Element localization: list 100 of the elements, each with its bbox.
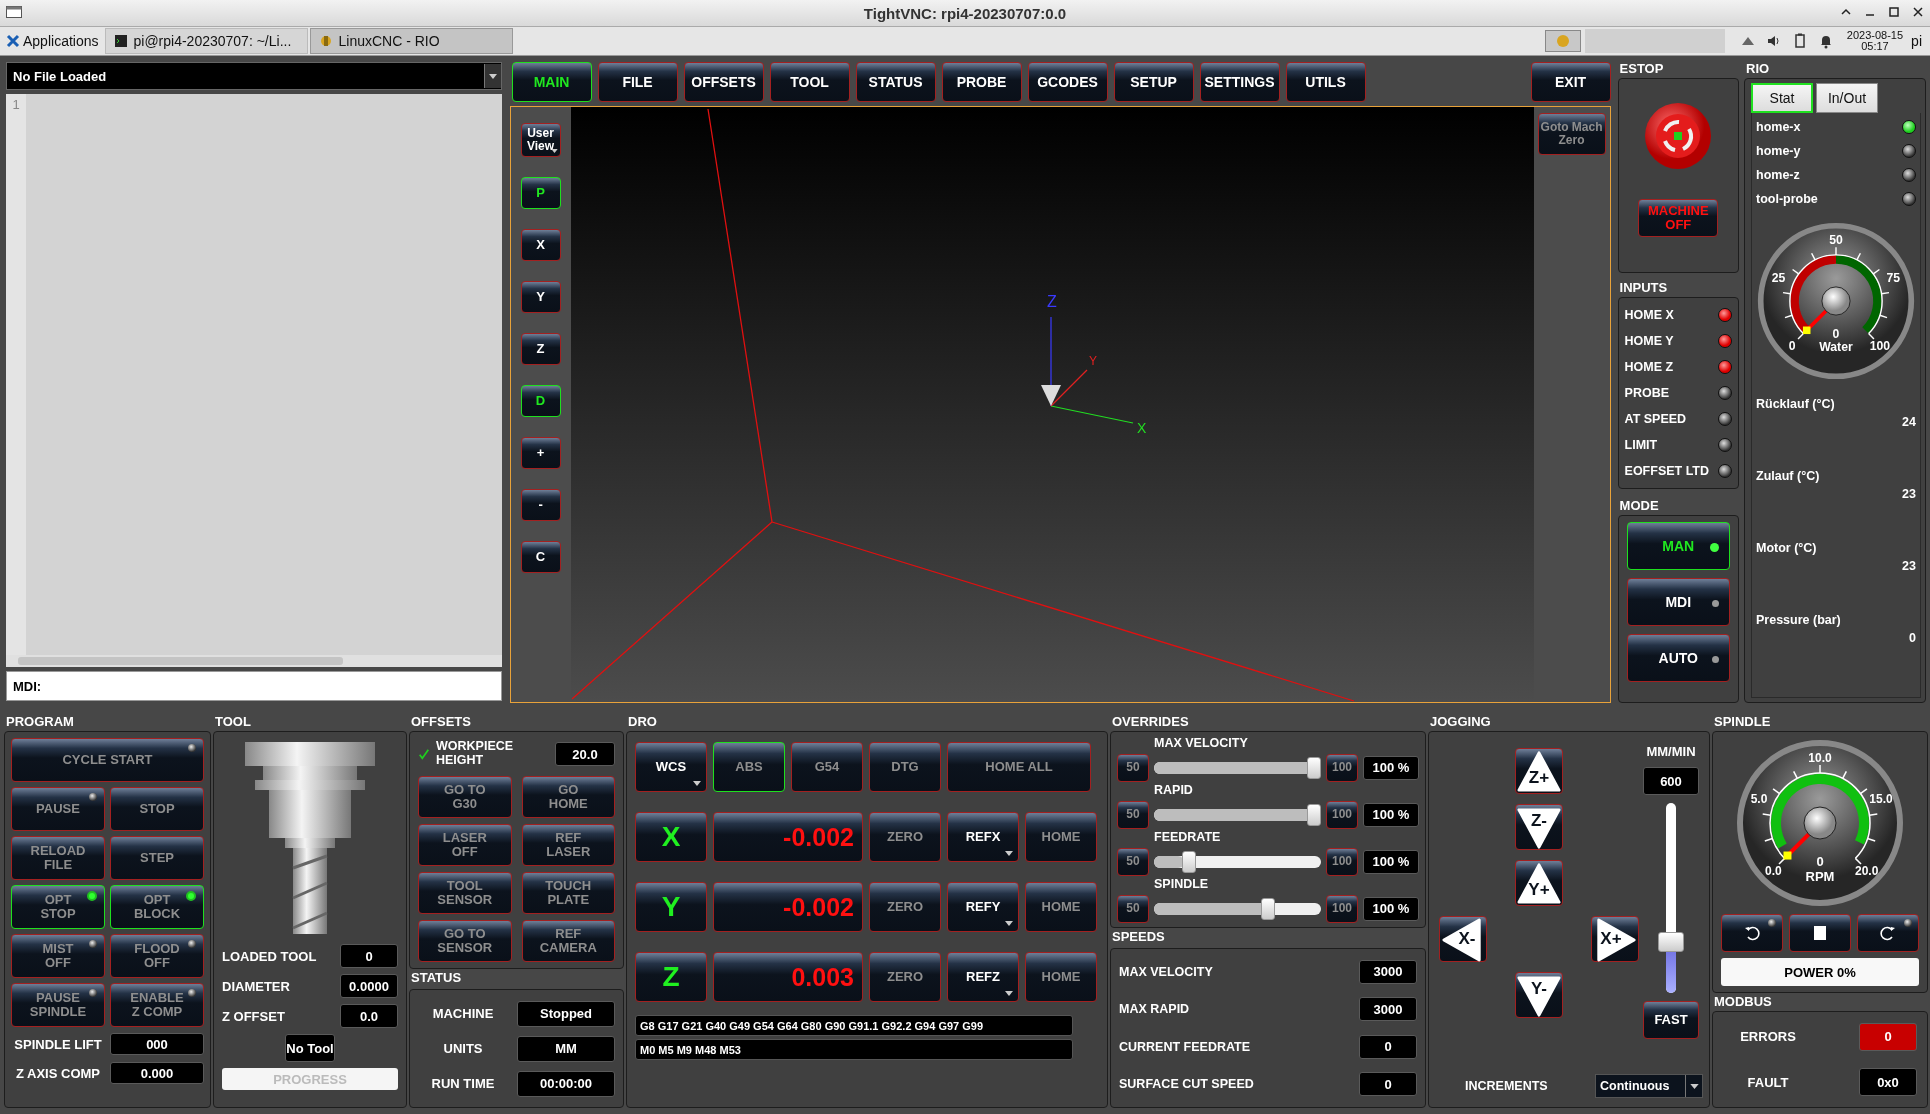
offset-button[interactable]: REF CAMERA [521,920,615,962]
override-max-button[interactable]: 100 [1326,847,1358,876]
jog-rate-slider[interactable] [1658,803,1684,993]
override-min-button[interactable]: 50 [1117,847,1149,876]
view-button[interactable]: X [520,229,561,261]
override-max-button[interactable]: 100 [1326,753,1358,782]
input-label: HOME Y [1624,334,1674,348]
exit-button[interactable]: EXIT [1530,62,1611,102]
spindle-stop-button[interactable] [1789,914,1851,952]
tab[interactable]: UTILS [1285,62,1366,102]
program-button[interactable]: RELOAD FILE [11,836,105,880]
override-max-button[interactable]: 100 [1326,800,1358,829]
view-button[interactable]: - [520,489,561,521]
spindle-forward-button[interactable] [1857,914,1919,952]
override-slider[interactable] [1154,756,1321,779]
mdi-field[interactable]: MDI: [6,671,502,701]
spindle-reverse-button[interactable] [1721,914,1783,952]
mode-button[interactable]: AUTO [1626,634,1730,682]
tab[interactable]: GCODES [1027,62,1108,102]
value-field[interactable]: 0.000 [110,1062,204,1084]
taskbar-window[interactable]: LinuxCNC - RIO [309,28,513,54]
value-field[interactable]: 000 [110,1033,204,1055]
home-button[interactable]: HOME [1025,882,1097,932]
program-button[interactable]: PAUSE SPINDLE [11,983,105,1027]
mode-button[interactable]: MDI [1626,578,1730,626]
jog-button[interactable]: Y+ [1515,860,1563,906]
gauge-tick-label: 20.0 [1855,863,1879,878]
tab[interactable]: SETTINGS [1199,62,1280,102]
cycle-start-button[interactable]: CYCLE START [11,738,204,782]
view-menu-button[interactable]: User View [520,123,561,157]
program-button[interactable]: STEP [110,836,204,880]
view-button[interactable]: + [520,437,561,469]
override-slider[interactable] [1154,897,1321,920]
override-slider[interactable] [1154,850,1321,873]
program-button[interactable]: OPT BLOCK [110,885,204,929]
view-button[interactable]: C [520,541,561,573]
value-field[interactable]: 20.0 [555,742,615,766]
zero-button[interactable]: ZERO [869,952,941,1002]
tab[interactable]: STATUS [855,62,936,102]
reference-menu-button[interactable]: REFY [947,882,1019,932]
tab[interactable]: TOOL [769,62,850,102]
close-icon[interactable] [1912,6,1924,18]
estop-button[interactable] [1643,101,1714,171]
offset-button[interactable]: TOOL SENSOR [418,872,512,914]
jog-rate-field[interactable]: 600 [1643,767,1699,795]
taskbar-window[interactable]: pi@rpi4-20230707: ~/Li... [104,28,308,54]
program-button[interactable]: OPT STOP [11,885,105,929]
override-min-button[interactable]: 50 [1117,800,1149,829]
offset-button[interactable]: REF LASER [521,824,615,866]
override-max-button[interactable]: 100 [1326,894,1358,923]
fast-button[interactable]: FAST [1643,1001,1699,1039]
home-button[interactable]: HOME [1025,812,1097,862]
offset-button[interactable]: GO TO SENSOR [418,920,512,962]
program-button[interactable]: MIST OFF [11,934,105,978]
offset-button[interactable]: LASER OFF [418,824,512,866]
view-button[interactable]: D [520,385,561,417]
tray-app-icon[interactable] [1544,30,1581,52]
reference-menu-button[interactable]: REFZ [947,952,1019,1002]
offset-button[interactable]: TOUCH PLATE [521,872,615,914]
machine-view-drawing[interactable]: Z Y X [570,107,1534,702]
override-slider[interactable] [1154,803,1321,826]
jog-button[interactable]: X- [1439,916,1487,962]
increments-dropdown[interactable]: Continuous [1595,1074,1703,1098]
tab[interactable]: In/Out [1816,83,1878,113]
offset-button[interactable]: GO HOME [521,776,615,818]
applications-menu[interactable]: Applications [0,28,105,54]
jog-button[interactable]: X+ [1591,916,1639,962]
machine-off-button[interactable]: MACHINE OFF [1638,199,1719,237]
view-button[interactable]: Y [520,281,561,313]
reference-menu-button[interactable]: REFX [947,812,1019,862]
program-button[interactable]: ENABLE Z COMP [110,983,204,1027]
goto-machine-zero-button[interactable]: Goto Mach Zero [1537,113,1606,155]
tab[interactable]: OFFSETS [683,62,764,102]
jog-button[interactable]: Z- [1515,804,1563,850]
tab[interactable]: MAIN [511,62,592,102]
speaker-icon[interactable] [1765,33,1782,49]
mode-button[interactable]: MAN [1626,522,1730,570]
horizontal-scrollbar[interactable] [6,655,502,667]
program-button[interactable]: FLOOD OFF [110,934,204,978]
wcs-menu-button[interactable]: WCS [635,742,707,792]
tab[interactable]: PROBE [941,62,1022,102]
home-button[interactable]: HOME [1025,952,1097,1002]
program-button[interactable]: PAUSE [11,787,105,831]
program-button[interactable]: STOP [110,787,204,831]
maximize-icon[interactable] [1888,6,1900,18]
checkmark-icon[interactable] [418,748,430,760]
zero-button[interactable]: ZERO [869,882,941,932]
override-min-button[interactable]: 50 [1117,753,1149,782]
tab[interactable]: SETUP [1113,62,1194,102]
view-button[interactable]: Z [520,333,561,365]
override-min-button[interactable]: 50 [1117,894,1149,923]
axis-label: Y [635,882,707,932]
jog-button[interactable]: Y- [1515,972,1563,1018]
jog-button[interactable]: Z+ [1515,748,1563,794]
zero-button[interactable]: ZERO [869,812,941,862]
view-button[interactable]: P [520,177,561,209]
tab[interactable]: FILE [597,62,678,102]
tab[interactable]: Stat [1751,83,1813,113]
file-dropdown[interactable]: No File Loaded [6,62,502,90]
offset-button[interactable]: GO TO G30 [418,776,512,818]
